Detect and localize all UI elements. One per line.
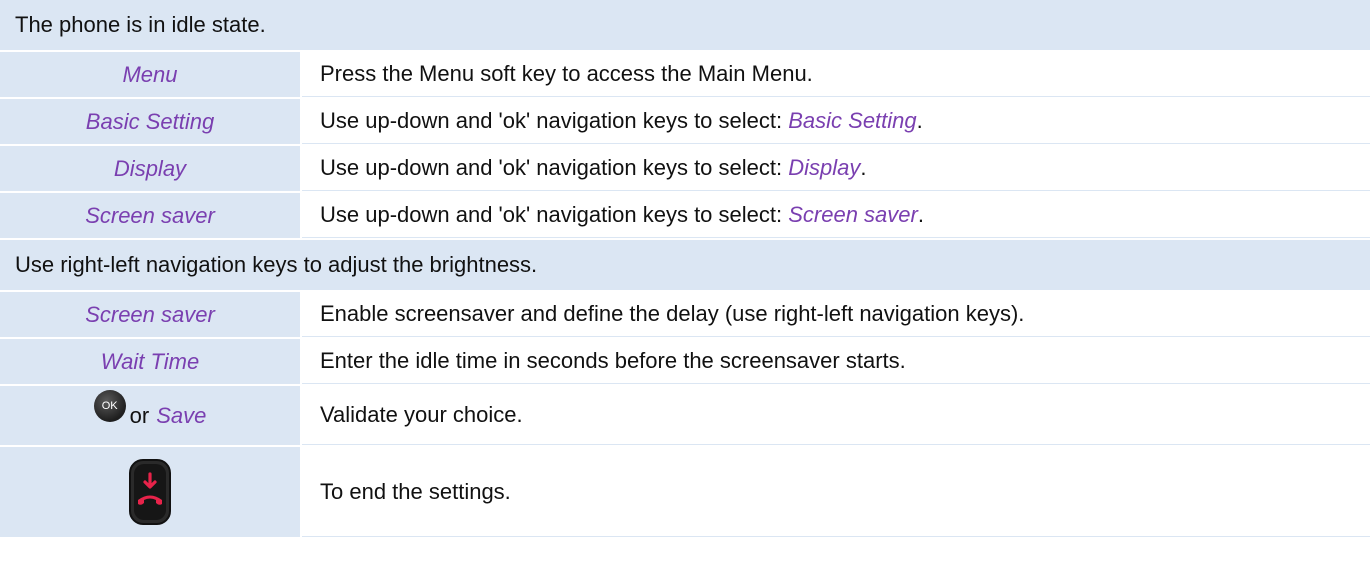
desc-emphasis: Display <box>788 155 861 180</box>
desc-cell: Use up-down and 'ok' navigation keys to … <box>302 99 1370 144</box>
desc-cell: To end the settings. <box>302 447 1370 537</box>
menu-key-label: Menu <box>122 61 178 87</box>
screen-saver-key-label: Screen saver <box>85 202 215 228</box>
desc-suffix: . <box>917 202 924 227</box>
key-cell: Screen saver <box>0 292 302 337</box>
screen-saver-key-label: Screen saver <box>85 301 215 327</box>
step-description: Validate your choice. <box>320 402 523 427</box>
step-row-screen-saver-select: Screen saver Use up-down and 'ok' naviga… <box>0 193 1370 240</box>
step-description: Use up-down and 'ok' navigation keys to … <box>320 202 924 228</box>
desc-cell: Use up-down and 'ok' navigation keys to … <box>302 193 1370 238</box>
hang-up-key-icon <box>129 459 171 525</box>
idle-state-text: The phone is in idle state. <box>15 12 266 37</box>
basic-setting-key-label: Basic Setting <box>85 108 215 134</box>
step-row-display: Display Use up-down and 'ok' navigation … <box>0 146 1370 193</box>
instruction-table: The phone is in idle state. Menu Press t… <box>0 0 1370 539</box>
desc-cell: Validate your choice. <box>302 386 1370 445</box>
key-cell: Basic Setting <box>0 99 302 144</box>
step-description: Use up-down and 'ok' navigation keys to … <box>320 155 867 181</box>
header-row-adjust: Use right-left navigation keys to adjust… <box>0 240 1370 292</box>
desc-cell: Use up-down and 'ok' navigation keys to … <box>302 146 1370 191</box>
desc-cell: Enable screensaver and define the delay … <box>302 292 1370 337</box>
step-description: Enter the idle time in seconds before th… <box>320 348 906 373</box>
desc-cell: Enter the idle time in seconds before th… <box>302 339 1370 384</box>
step-row-hang-up: To end the settings. <box>0 447 1370 539</box>
desc-prefix: Use up-down and 'ok' navigation keys to … <box>320 108 789 133</box>
adjust-brightness-text: Use right-left navigation keys to adjust… <box>15 252 538 277</box>
step-row-basic-setting: Basic Setting Use up-down and 'ok' navig… <box>0 99 1370 146</box>
header-row-idle: The phone is in idle state. <box>0 0 1370 52</box>
desc-prefix: Use up-down and 'ok' navigation keys to … <box>320 155 789 180</box>
desc-suffix: . <box>860 155 867 180</box>
key-cell <box>0 447 302 537</box>
step-description: Press the Menu soft key to access the Ma… <box>320 61 813 86</box>
step-row-menu: Menu Press the Menu soft key to access t… <box>0 52 1370 99</box>
wait-time-key-label: Wait Time <box>100 348 200 374</box>
step-row-wait-time: Wait Time Enter the idle time in seconds… <box>0 339 1370 386</box>
step-description: Use up-down and 'ok' navigation keys to … <box>320 108 923 134</box>
step-description: Enable screensaver and define the delay … <box>320 301 1025 326</box>
or-text: or <box>129 402 150 428</box>
key-cell: OK or Save <box>0 386 302 445</box>
step-row-save: OK or Save Validate your choice. <box>0 386 1370 447</box>
step-row-screen-saver-enable: Screen saver Enable screensaver and defi… <box>0 292 1370 339</box>
ok-key-icon: OK <box>93 389 126 422</box>
desc-emphasis: Basic Setting <box>788 108 917 133</box>
desc-prefix: Use up-down and 'ok' navigation keys to … <box>320 202 789 227</box>
key-cell: Wait Time <box>0 339 302 384</box>
save-key-label: Save <box>156 402 207 428</box>
key-cell: Screen saver <box>0 193 302 238</box>
desc-emphasis: Screen saver <box>788 202 918 227</box>
desc-suffix: . <box>916 108 923 133</box>
key-cell: Display <box>0 146 302 191</box>
display-key-label: Display <box>113 155 187 181</box>
desc-cell: Press the Menu soft key to access the Ma… <box>302 52 1370 97</box>
key-cell: Menu <box>0 52 302 97</box>
step-description: To end the settings. <box>320 478 511 504</box>
